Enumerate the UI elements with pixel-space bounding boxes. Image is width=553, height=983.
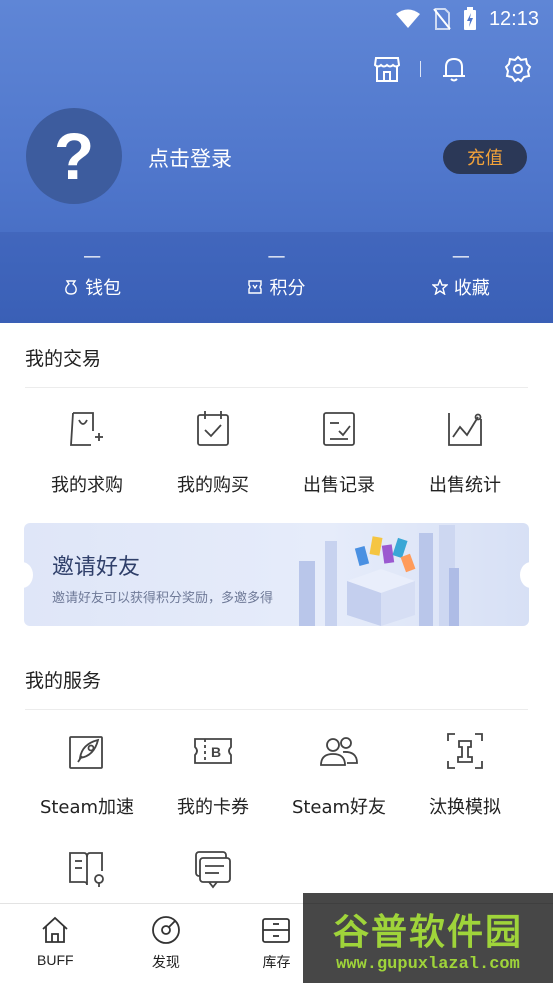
sale-stats-icon — [448, 413, 482, 446]
main-card: 我的交易 我的求购 我的购买 出售记录 出售统计 邀请好友 邀请好友可以获得积分… — [0, 323, 553, 903]
stat-label: 积分 — [269, 278, 306, 299]
grid-label: 出售统计 — [429, 475, 501, 496]
rocket-icon — [69, 736, 103, 769]
grid-item-feedback[interactable] — [150, 849, 276, 889]
sale-record-icon — [323, 412, 355, 446]
grid-label: 我的卡券 — [177, 797, 249, 818]
grid-item-sale-record[interactable]: 出售记录 — [276, 409, 402, 497]
home-icon — [42, 916, 68, 943]
nav-item-buff[interactable]: BUFF — [0, 904, 111, 983]
svg-text:B: B — [211, 744, 221, 760]
stat-value: — — [267, 246, 286, 267]
watermark-text: 谷普软件园 — [332, 911, 523, 953]
discover-icon — [151, 916, 180, 944]
invite-friends-banner[interactable]: 邀请好友 邀请好友可以获得积分奖励，多邀多得 — [24, 523, 529, 626]
inventory-icon — [262, 918, 291, 943]
nav-item-discover[interactable]: 发现 — [111, 904, 222, 983]
points-icon — [248, 280, 263, 294]
section-title-services: 我的服务 — [25, 670, 102, 692]
stat-label: 收藏 — [453, 278, 490, 299]
trade-grid: 我的求购 我的购买 出售记录 出售统计 — [0, 409, 553, 497]
grid-item-guide[interactable] — [24, 849, 150, 889]
wallet-icon — [65, 280, 78, 295]
star-icon — [431, 279, 448, 295]
purchase-request-icon — [70, 412, 103, 446]
no-sim-icon — [433, 8, 451, 30]
stat-value: — — [451, 246, 470, 267]
status-time: 12:13 — [488, 7, 539, 30]
grid-item-tradeup-sim[interactable]: 汰换模拟 — [402, 731, 528, 819]
invite-subtitle: 邀请好友可以获得积分奖励，多邀多得 — [52, 591, 274, 606]
grid-item-sale-stats[interactable]: 出售统计 — [402, 409, 528, 497]
grid-label: Steam加速 — [39, 797, 135, 818]
recharge-button[interactable]: 充值 — [443, 140, 527, 174]
stat-points[interactable]: — 积分 — [184, 232, 368, 323]
grid-item-my-purchases[interactable]: 我的购买 — [150, 409, 276, 497]
stat-favorites[interactable]: — 收藏 — [369, 232, 553, 323]
services-grid-row-1: Steam加速 B 我的卡券 Steam好友 汰换模拟 — [0, 731, 553, 819]
ticket-notch — [24, 562, 33, 588]
bell-icon[interactable] — [439, 54, 469, 84]
avatar[interactable]: ? — [26, 108, 122, 204]
invite-title: 邀请好友 — [52, 555, 141, 580]
tradeup-icon — [447, 733, 483, 769]
ticket-notch — [520, 562, 529, 588]
watermark: 谷普软件园 www.gupuxlazal.com — [303, 893, 553, 983]
nav-label: 库存 — [262, 954, 291, 970]
stat-wallet[interactable]: — 钱包 — [0, 232, 184, 323]
grid-label: 汰换模拟 — [429, 797, 501, 818]
grid-item-purchase-request[interactable]: 我的求购 — [24, 409, 150, 497]
watermark-url: www.gupuxlazal.com — [336, 954, 520, 974]
gear-icon[interactable] — [503, 54, 533, 84]
nav-label: BUFF — [37, 952, 74, 968]
icon-separator — [420, 61, 421, 77]
store-icon[interactable] — [372, 54, 402, 84]
grid-item-steam-accelerate[interactable]: Steam加速 — [24, 731, 150, 819]
status-bar: 12:13 — [395, 6, 539, 32]
divider — [25, 709, 528, 710]
stat-label: 钱包 — [85, 278, 122, 299]
my-purchases-icon — [197, 411, 229, 446]
grid-label: 我的购买 — [177, 475, 249, 496]
grid-item-steam-friends[interactable]: Steam好友 — [276, 731, 402, 819]
wifi-icon — [395, 9, 420, 28]
grid-label: Steam好友 — [291, 797, 387, 818]
gift-box-illustration — [299, 525, 459, 626]
coupon-icon: B — [194, 738, 232, 764]
friends-icon — [320, 737, 358, 766]
section-title-trade: 我的交易 — [25, 348, 102, 370]
guide-book-icon — [69, 852, 104, 887]
battery-charging-icon — [463, 7, 476, 30]
grid-label: 我的求购 — [51, 475, 123, 496]
login-link[interactable]: 点击登录 — [148, 143, 232, 173]
feedback-icon — [195, 851, 231, 889]
stats-bar: — 钱包 — 积分 — 收藏 — [0, 232, 553, 323]
grid-label: 出售记录 — [303, 475, 375, 496]
nav-label: 发现 — [151, 954, 180, 970]
profile-header: 12:13 ? 点击登录 充值 — 钱包 — 积分 — 收藏 — [0, 0, 553, 323]
stat-value: — — [83, 246, 102, 267]
services-grid-row-2 — [0, 849, 553, 889]
grid-item-my-coupons[interactable]: B 我的卡券 — [150, 731, 276, 819]
divider — [25, 387, 528, 388]
